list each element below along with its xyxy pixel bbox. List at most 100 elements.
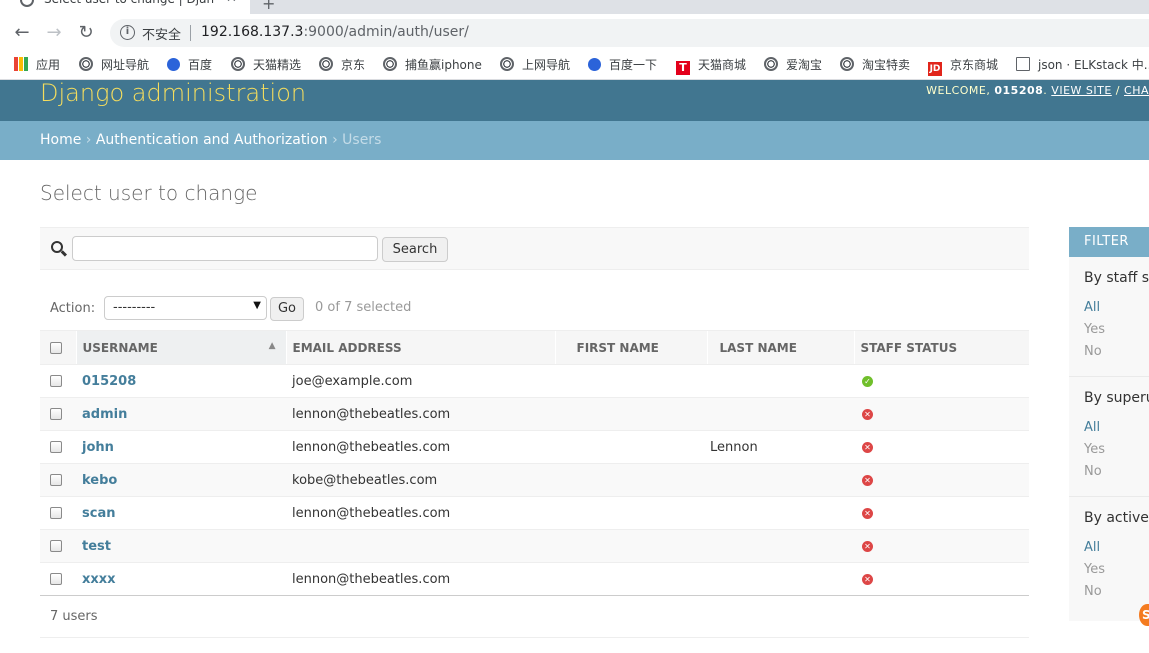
bookmark-item[interactable]: 捕鱼赢iphone xyxy=(383,57,482,73)
view-site-link[interactable]: VIEW SITE xyxy=(1051,84,1112,97)
go-button[interactable]: Go xyxy=(270,297,304,321)
bookmark-item[interactable]: 京东 xyxy=(319,57,365,73)
current-username: 015208 xyxy=(994,84,1044,97)
browser-tab-strip: Select user to change | Django ✕ + xyxy=(0,0,1149,14)
address-bar[interactable]: i 不安全 192.168.137.3:9000/admin/auth/user… xyxy=(110,19,1149,47)
reload-icon[interactable]: ↻ xyxy=(75,22,97,44)
row-select-cell xyxy=(40,397,76,431)
bookmark-item[interactable]: JD 京东商城 xyxy=(928,57,998,76)
filter-option-all[interactable]: All xyxy=(1084,420,1100,435)
username-link[interactable]: xxxx xyxy=(82,572,116,587)
x-circle-icon: ✕ xyxy=(862,441,873,453)
jd-icon: JD xyxy=(928,62,942,76)
filter-option-all[interactable]: All xyxy=(1084,300,1100,315)
column-header-last-name[interactable]: LAST NAME xyxy=(706,330,854,365)
globe-icon xyxy=(231,57,245,71)
tab-close-icon[interactable]: ✕ xyxy=(226,0,237,8)
row-checkbox[interactable] xyxy=(50,573,62,585)
search-icon xyxy=(51,241,63,253)
column-header-staff-status[interactable]: STAFF STATUS xyxy=(853,330,1029,365)
action-select[interactable]: --------- ▼ xyxy=(104,296,267,320)
bookmark-item[interactable]: 淘宝特卖 xyxy=(840,57,910,73)
column-header-username[interactable]: USERNAME ▲ xyxy=(75,330,286,365)
email-cell: lennon@thebeatles.com xyxy=(286,562,555,596)
select-all-cell xyxy=(40,330,76,365)
bookmark-item[interactable]: 天猫精选 xyxy=(231,57,301,73)
address-url[interactable]: 192.168.137.3:9000/admin/auth/user/ xyxy=(201,24,469,40)
bookmark-label: 百度一下 xyxy=(609,58,658,72)
bookmark-item[interactable]: 上网导航 xyxy=(500,57,570,73)
filter-option-no[interactable]: No xyxy=(1084,464,1102,479)
paginator: 7 users xyxy=(40,597,1029,638)
filter-option-yes[interactable]: Yes xyxy=(1084,562,1105,577)
username-cell: admin xyxy=(76,397,286,431)
breadcrumb-separator: › xyxy=(332,132,338,148)
x-circle-icon: ✕ xyxy=(862,540,873,552)
select-all-checkbox[interactable] xyxy=(50,342,62,354)
column-header-email[interactable]: EMAIL ADDRESS xyxy=(285,330,555,365)
column-header-first-name[interactable]: FIRST NAME xyxy=(554,330,707,365)
filter-option-all[interactable]: All xyxy=(1084,540,1100,555)
row-checkbox[interactable] xyxy=(50,507,62,519)
email-cell: lennon@thebeatles.com xyxy=(286,397,555,431)
globe-icon xyxy=(840,57,854,71)
last-name-cell: Lennon xyxy=(707,430,854,464)
filter-panel: FILTER By staff st All Yes No By superus… xyxy=(1069,227,1149,621)
username-cell: xxxx xyxy=(76,562,286,596)
column-label: EMAIL ADDRESS xyxy=(292,340,402,355)
row-select-cell xyxy=(40,562,76,596)
bookmark-item[interactable]: 爱淘宝 xyxy=(764,57,822,73)
username-link[interactable]: john xyxy=(82,440,114,455)
action-label: Action: xyxy=(50,301,96,316)
row-select-cell xyxy=(40,463,76,497)
x-circle-icon: ✕ xyxy=(862,507,873,519)
bookmark-apps[interactable]: 应用 xyxy=(14,57,60,73)
staff-status-cell: ✕ xyxy=(854,562,1029,596)
search-button[interactable]: Search xyxy=(382,237,448,262)
table-row: xxxx lennon@thebeatles.com ✕ xyxy=(40,562,1029,596)
filter-option-yes[interactable]: Yes xyxy=(1084,442,1105,457)
site-branding[interactable]: Django administration xyxy=(40,80,306,107)
row-checkbox[interactable] xyxy=(50,375,62,387)
sort-ascending-icon[interactable]: ▲ xyxy=(269,341,276,351)
row-checkbox[interactable] xyxy=(50,441,62,453)
breadcrumb-home[interactable]: Home xyxy=(40,132,81,148)
filter-option-no[interactable]: No xyxy=(1084,584,1102,599)
change-password-link[interactable]: CHA xyxy=(1124,84,1149,97)
search-input[interactable] xyxy=(72,236,378,261)
bookmark-item[interactable]: T 天猫商城 xyxy=(676,57,746,75)
bookmark-item[interactable]: 百度 xyxy=(167,57,212,73)
bookmark-item[interactable]: json · ELKstack 中... xyxy=(1016,57,1149,73)
first-name-cell xyxy=(555,430,707,464)
staff-status-cell: ✕ xyxy=(854,496,1029,530)
tab-title: Select user to change | Django xyxy=(44,0,214,8)
bookmark-item[interactable]: 网址导航 xyxy=(79,57,149,73)
username-link[interactable]: kebo xyxy=(82,473,117,488)
forward-arrow-icon[interactable]: → xyxy=(43,22,65,44)
browser-tab[interactable]: Select user to change | Django ✕ xyxy=(0,0,250,14)
floating-badge-icon[interactable]: S xyxy=(1139,604,1149,626)
x-circle-icon: ✕ xyxy=(862,408,873,420)
username-link[interactable]: scan xyxy=(82,506,115,521)
username-link[interactable]: test xyxy=(82,539,111,554)
welcome-label: WELCOME, xyxy=(926,84,991,97)
username-link[interactable]: 015208 xyxy=(82,374,136,389)
new-tab-icon[interactable]: + xyxy=(262,0,275,13)
first-name-cell xyxy=(555,562,707,596)
filter-option-no[interactable]: No xyxy=(1084,344,1102,359)
filter-option-yes[interactable]: Yes xyxy=(1084,322,1105,337)
row-select-cell xyxy=(40,496,76,530)
filter-group-staff: By staff st All Yes No xyxy=(1069,257,1149,377)
username-link[interactable]: admin xyxy=(82,407,127,422)
last-name-cell xyxy=(707,562,854,596)
username-cell: 015208 xyxy=(76,364,286,398)
row-checkbox[interactable] xyxy=(50,540,62,552)
breadcrumb-app[interactable]: Authentication and Authorization xyxy=(96,132,328,148)
bookmark-item[interactable]: 百度一下 xyxy=(588,57,657,73)
site-info-icon[interactable]: i xyxy=(120,25,135,40)
insecure-label: 不安全 xyxy=(142,28,182,43)
chevron-down-icon: ▼ xyxy=(253,300,261,311)
row-checkbox[interactable] xyxy=(50,408,62,420)
back-arrow-icon[interactable]: ← xyxy=(11,22,33,44)
row-checkbox[interactable] xyxy=(50,474,62,486)
